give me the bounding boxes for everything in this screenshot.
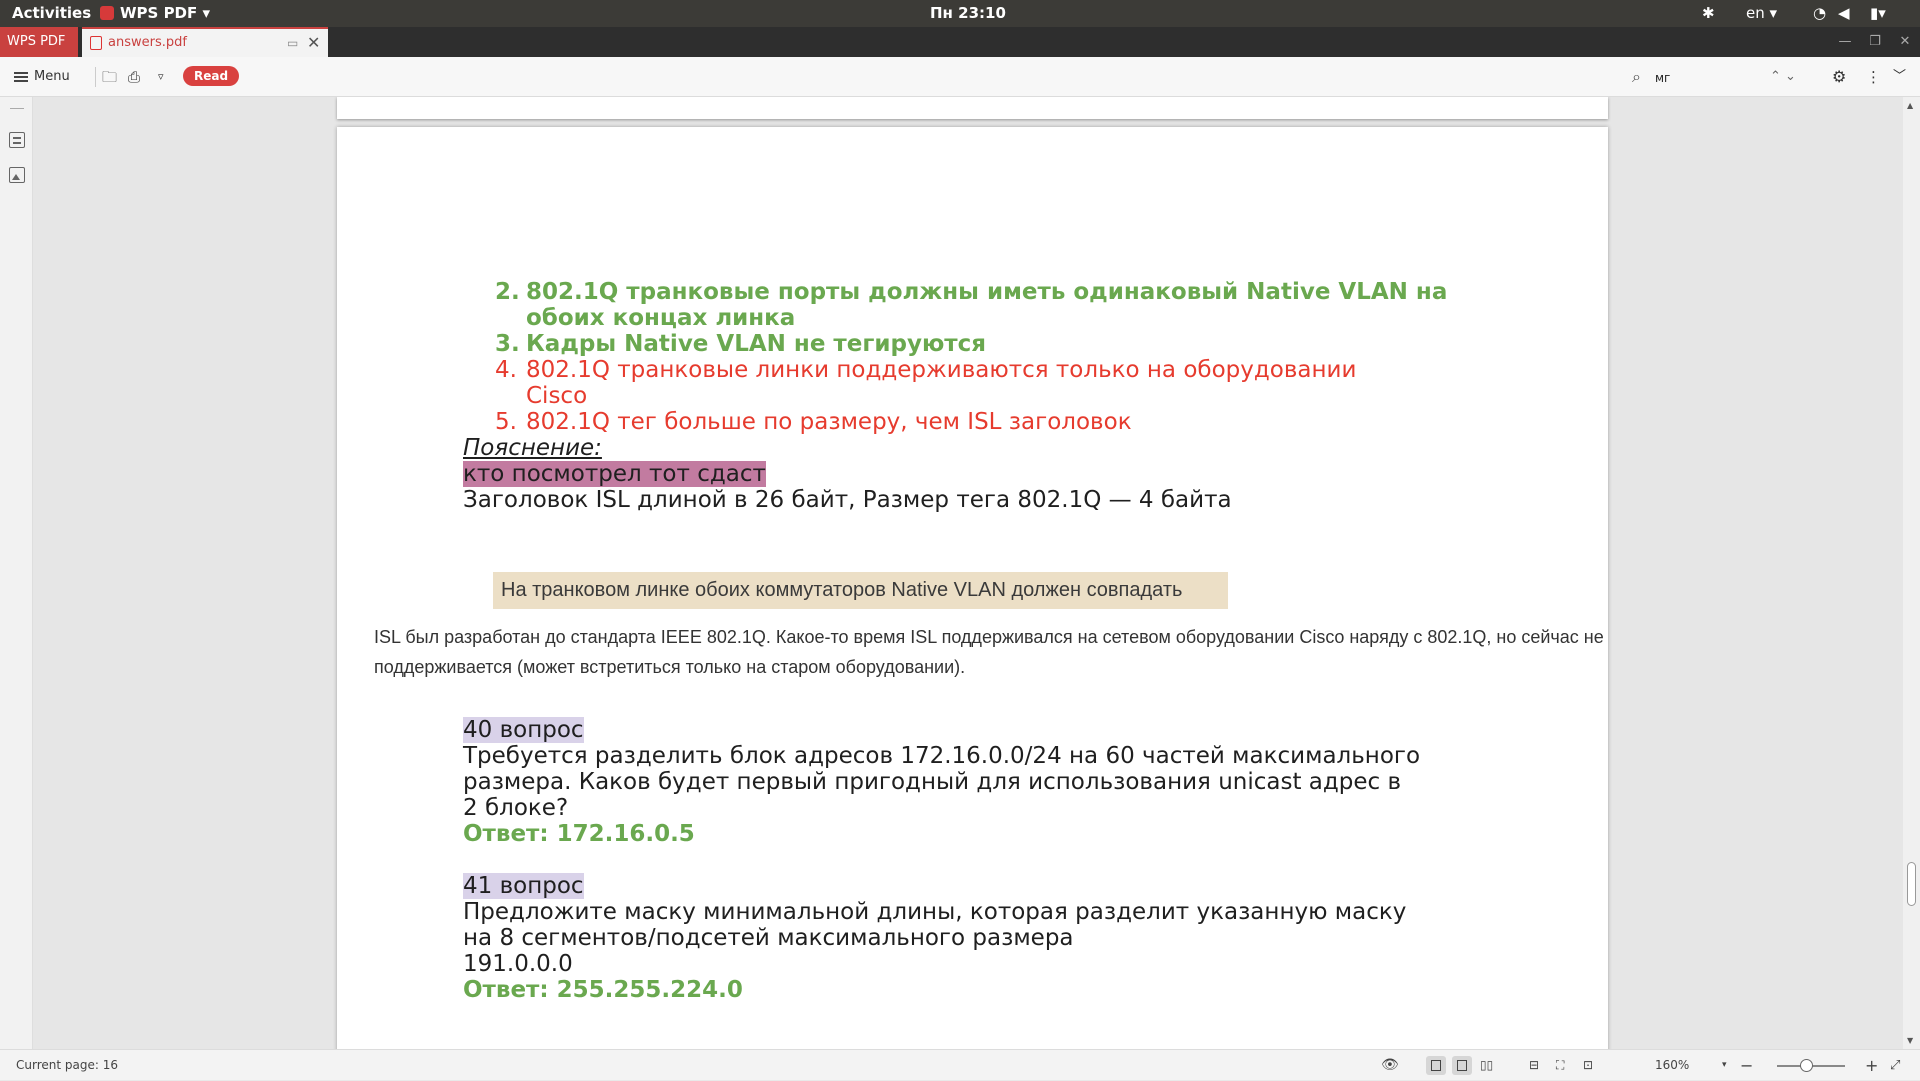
float-window-icon[interactable]: ▭	[287, 29, 298, 57]
hamburger-icon	[14, 70, 28, 84]
outline-icon[interactable]	[9, 132, 25, 148]
language-indicator[interactable]: en ▾	[1746, 0, 1777, 27]
list-text: Кадры Native VLAN не тегируются	[526, 331, 987, 357]
left-sidebar	[0, 97, 33, 1049]
app-menu[interactable]: WPS PDF ▾	[100, 0, 210, 27]
list-number: 2.	[495, 279, 520, 305]
window-controls: — ❐ ✕	[1830, 27, 1920, 57]
bluetooth-icon[interactable]: ✱	[1702, 0, 1715, 27]
scroll-down-icon[interactable]: ▼	[1907, 1036, 1913, 1045]
wifi-icon[interactable]: ◔	[1813, 0, 1826, 27]
wps-logo-icon	[100, 6, 114, 20]
question-41-text-line-2: на 8 сегментов/подсетей максимального ра…	[463, 925, 1074, 951]
question-41-answer: Ответ: 255.255.224.0	[463, 977, 743, 1003]
tab-document[interactable]: answers.pdf ▭ ✕	[82, 27, 328, 57]
search-icon[interactable]: ⌕	[1632, 57, 1641, 97]
continuous-view-icon	[1431, 1060, 1441, 1071]
single-page-icon	[1457, 1060, 1467, 1071]
single-page-view-button[interactable]	[1452, 1056, 1472, 1075]
fit-page-icon[interactable]: ⛶	[1556, 1050, 1564, 1081]
zoom-level[interactable]: 160%	[1655, 1050, 1689, 1081]
search-input[interactable]	[1655, 68, 1765, 88]
fit-width-icon[interactable]: ⊟	[1529, 1050, 1539, 1081]
list-number: 3.	[495, 331, 520, 357]
current-page-indicator: Current page: 16	[16, 1058, 118, 1072]
highlighted-note: кто посмотрел тот сдаст	[463, 461, 766, 487]
pdf-page: 2. 802.1Q транковые порты должны иметь о…	[337, 127, 1608, 1049]
scanned-note-box: На транковом линке обоих коммутаторов Na…	[493, 572, 1228, 609]
restore-icon[interactable]: ❐	[1860, 27, 1890, 57]
scanned-paragraph-line-2: поддерживается (может встретиться только…	[374, 657, 966, 677]
status-bar: Current page: 16 👁 ▯▯ ⊟ ⛶ ⊡ 160% ▾ − + ⤢	[0, 1049, 1920, 1080]
volume-icon[interactable]: ◀	[1838, 0, 1850, 27]
question-40-answer: Ответ: 172.16.0.5	[463, 821, 695, 847]
question-41-label: 41 вопрос	[463, 873, 584, 899]
main-toolbar: Menu 🗀 ⎙ ▿ Read ⌕ ⌃ ⌄ ⚙ ⋮ ﹀	[0, 57, 1920, 97]
tab-document-label: answers.pdf	[108, 35, 187, 50]
tab-wps-home[interactable]: WPS PDF	[0, 27, 78, 57]
more-dropdown-icon[interactable]: ▿	[158, 57, 164, 97]
settings-gear-icon[interactable]: ⚙	[1832, 57, 1846, 97]
two-page-view-icon[interactable]: ▯▯	[1480, 1050, 1493, 1081]
vertical-scrollbar[interactable]: ▲ ▼	[1903, 97, 1920, 1049]
menu-label: Menu	[34, 69, 70, 84]
pdf-file-icon	[90, 36, 102, 50]
list-number: 5.	[495, 409, 517, 435]
question-40-text-line-2: размера. Каков будет первый пригодный дл…	[463, 769, 1402, 795]
thumbnails-icon[interactable]	[9, 167, 25, 183]
list-text: 802.1Q тег больше по размеру, чем ISL за…	[526, 409, 1132, 435]
close-tab-icon[interactable]: ✕	[307, 29, 320, 57]
question-40-label: 40 вопрос	[463, 717, 584, 743]
question-41-text-line-1: Предложите маску минимальной длины, кото…	[463, 899, 1407, 925]
zoom-in-icon[interactable]: +	[1865, 1050, 1878, 1081]
zoom-dropdown-icon[interactable]: ▾	[1722, 1050, 1727, 1081]
highlighted-note-text: кто посмотрел тот сдаст	[463, 461, 766, 487]
app-menu-label: WPS PDF ▾	[120, 4, 211, 22]
search-prev-icon[interactable]: ⌃	[1770, 57, 1781, 97]
question-40-text-line-3: 2 блоке?	[463, 795, 569, 821]
minimize-icon[interactable]: —	[1830, 27, 1860, 57]
actual-size-icon[interactable]: ⊡	[1583, 1050, 1593, 1081]
list-number: 4.	[495, 357, 517, 383]
list-item-4-cont: Cisco	[526, 383, 588, 409]
sidebar-grip[interactable]	[10, 108, 24, 109]
fullscreen-icon[interactable]: ⤢	[1890, 1050, 1900, 1081]
list-text: 802.1Q транковые линки поддерживаются то…	[526, 357, 1357, 383]
explanation-label: Пояснение:	[463, 435, 602, 461]
more-options-icon[interactable]: ⋮	[1866, 57, 1881, 97]
eye-protection-icon[interactable]: 👁	[1381, 1050, 1399, 1081]
document-viewport[interactable]: 2. 802.1Q транковые порты должны иметь о…	[33, 97, 1903, 1049]
clock[interactable]: Пн 23:10	[930, 0, 1006, 27]
close-window-icon[interactable]: ✕	[1890, 27, 1920, 57]
scroll-up-icon[interactable]: ▲	[1907, 101, 1913, 110]
scanned-paragraph-line-1: ISL был разработан до стандарта IEEE 802…	[374, 627, 1604, 647]
list-item-2-cont: обоих концах линка	[526, 305, 796, 331]
search-next-icon[interactable]: ⌄	[1785, 57, 1796, 97]
previous-page-bottom	[337, 97, 1608, 119]
open-folder-icon[interactable]: 🗀	[102, 57, 117, 97]
collapse-toolbar-icon[interactable]: ﹀	[1893, 57, 1906, 97]
system-top-bar: Activities WPS PDF ▾ Пн 23:10 ✱ en ▾ ◔ ◀…	[0, 0, 1920, 27]
list-text: 802.1Q транковые порты должны иметь один…	[526, 279, 1448, 305]
question-40-label-text: 40 вопрос	[463, 717, 584, 743]
zoom-slider-handle[interactable]	[1800, 1059, 1813, 1072]
print-icon[interactable]: ⎙	[128, 57, 140, 97]
continuous-view-button[interactable]	[1426, 1056, 1446, 1075]
tab-bar: WPS PDF answers.pdf ▭ ✕ — ❐ ✕	[0, 27, 1920, 57]
isl-size-note: Заголовок ISL длиной в 26 байт, Размер т…	[463, 487, 1232, 513]
battery-icon[interactable]: ▮▾	[1870, 0, 1886, 27]
question-41-label-text: 41 вопрос	[463, 873, 584, 899]
read-mode-button[interactable]: Read	[183, 66, 240, 86]
activities-button[interactable]: Activities	[12, 0, 91, 27]
menu-button[interactable]: Menu	[14, 57, 70, 97]
question-41-text-line-3: 191.0.0.0	[463, 951, 573, 977]
toolbar-divider	[95, 67, 96, 87]
zoom-out-icon[interactable]: −	[1740, 1050, 1753, 1081]
question-40-text-line-1: Требуется разделить блок адресов 172.16.…	[463, 743, 1421, 769]
scrollbar-thumb[interactable]	[1907, 862, 1916, 906]
